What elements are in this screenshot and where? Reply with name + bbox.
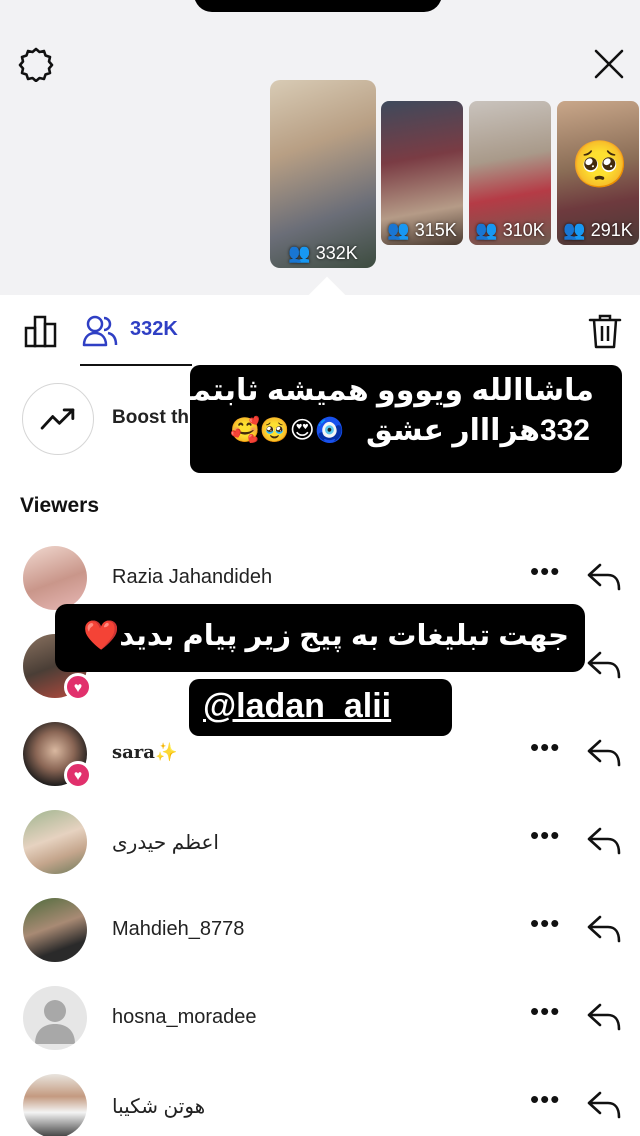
reply-arrow-icon[interactable]: [586, 1089, 622, 1121]
story-view-count: 👥 291K: [563, 220, 633, 240]
handle-overlay: @ladan_alii: [189, 679, 452, 736]
story-thumbnail[interactable]: 👥 315K: [381, 101, 463, 245]
story-thumbnail-selected[interactable]: 👥 332K: [270, 80, 376, 268]
caption-line-1: ماشاالله ویووو همیشه ثابتمون: [147, 374, 594, 407]
more-dots-icon[interactable]: •••: [530, 1084, 560, 1115]
settings-gear-icon[interactable]: [18, 46, 54, 82]
reply-arrow-icon[interactable]: [586, 737, 622, 769]
active-tab-indicator: [80, 364, 192, 366]
story-caption-overlay: ماشاالله ویووو همیشه ثابتمون 332هزااار ع…: [148, 365, 622, 473]
viewer-username[interactable]: اعظم حیدری: [112, 830, 219, 855]
reply-arrow-icon[interactable]: [586, 1001, 622, 1033]
viewer-row[interactable]: hosna_moradee •••: [0, 986, 640, 1074]
viewer-username[interactable]: Razia Jahandideh: [112, 566, 272, 589]
ad-caption-overlay: جهت تبلیغات به پیج زیر پیام بدید❤️: [55, 604, 585, 672]
viewers-tab-count[interactable]: 332K: [130, 318, 178, 341]
viewer-username[interactable]: هوتن شکیبا: [112, 1094, 205, 1119]
story-thumbnail[interactable]: 🥺 👥 291K: [557, 101, 639, 245]
avatar[interactable]: [23, 898, 87, 962]
device-notch: [194, 0, 442, 12]
more-dots-icon[interactable]: •••: [530, 732, 560, 763]
story-view-count: 👥 332K: [288, 243, 358, 263]
liked-heart-icon: [64, 673, 92, 701]
ad-text: جهت تبلیغات به پیج زیر پیام بدید❤️: [83, 620, 569, 652]
avatar[interactable]: [23, 546, 87, 610]
viewer-row[interactable]: Mahdieh_8778 •••: [0, 898, 640, 986]
more-dots-icon[interactable]: •••: [530, 996, 560, 1027]
viewer-username[interactable]: hosna_moradee: [112, 1006, 257, 1029]
caption-line-2: 332هزااار عشق: [365, 414, 590, 447]
insights-chart-icon[interactable]: [22, 312, 60, 350]
trending-up-icon: [40, 408, 75, 430]
reply-arrow-icon[interactable]: [586, 561, 622, 593]
viewer-username[interactable]: Mahdieh_8778: [112, 918, 244, 941]
more-dots-icon[interactable]: •••: [530, 556, 560, 587]
sparkle-emoji: ✨: [154, 742, 178, 763]
default-avatar-icon[interactable]: [23, 986, 87, 1050]
mention-handle[interactable]: @ladan_alii: [203, 687, 391, 726]
boost-button[interactable]: [22, 383, 94, 455]
viewer-username[interactable]: sara✨: [112, 742, 177, 763]
story-view-count: 👥 310K: [475, 220, 545, 240]
avatar[interactable]: [23, 810, 87, 874]
caption-emojis: 🥰🥹😍🧿: [230, 417, 345, 444]
pleading-face-sticker: 🥺: [571, 138, 629, 190]
close-icon[interactable]: [590, 45, 628, 83]
boost-label[interactable]: Boost th: [112, 407, 189, 429]
reply-arrow-icon[interactable]: [586, 825, 622, 857]
viewer-row[interactable]: اعظم حیدری •••: [0, 810, 640, 898]
trash-icon[interactable]: [588, 312, 622, 350]
more-dots-icon[interactable]: •••: [530, 908, 560, 939]
more-dots-icon[interactable]: •••: [530, 820, 560, 851]
reply-arrow-icon[interactable]: [586, 649, 622, 681]
story-view-count: 👥 315K: [387, 220, 457, 240]
avatar[interactable]: [23, 1074, 87, 1136]
story-thumbnail[interactable]: 👥 310K: [469, 101, 551, 245]
reply-arrow-icon[interactable]: [586, 913, 622, 945]
viewer-row[interactable]: هوتن شکیبا •••: [0, 1074, 640, 1136]
liked-heart-icon: [64, 761, 92, 789]
viewers-heading: Viewers: [20, 494, 100, 517]
viewers-icon[interactable]: [82, 313, 118, 347]
